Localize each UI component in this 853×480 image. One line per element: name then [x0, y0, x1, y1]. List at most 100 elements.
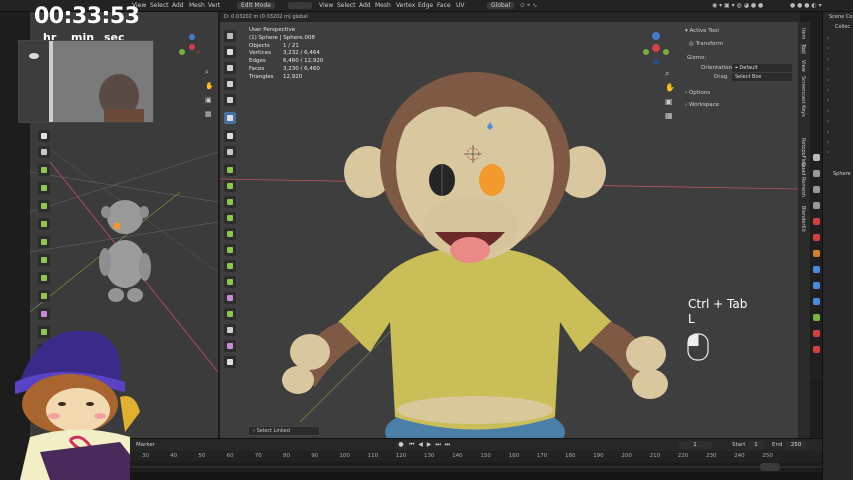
world-props-icon[interactable] [813, 234, 820, 241]
knife-tool[interactable] [38, 236, 50, 248]
menu-edge[interactable]: Edge [418, 2, 433, 9]
timeline-tick: 120 [395, 453, 407, 459]
tab-blenderkit[interactable]: BlenderKit [800, 206, 806, 232]
menu-add-left[interactable]: Add [172, 2, 184, 9]
pivot-icon[interactable]: ⊙ ⌖ ∿ [520, 2, 537, 10]
shear-tool-main[interactable] [224, 308, 236, 320]
smooth-tool-main[interactable] [224, 276, 236, 288]
spin-tool-main[interactable] [224, 260, 236, 272]
start-frame-field[interactable]: 1 [748, 441, 764, 449]
cursor-tool[interactable] [224, 46, 236, 58]
timeline-tick: 200 [621, 453, 632, 459]
menu-view[interactable]: View [319, 2, 333, 9]
scene-props-icon[interactable] [813, 218, 820, 225]
menu-add[interactable]: Add [359, 2, 371, 9]
menu-mesh[interactable]: Mesh [375, 2, 391, 9]
start-label: Start [732, 442, 746, 448]
move-tool[interactable] [224, 62, 236, 74]
workspace-panel-toggle[interactable]: › Workspace [685, 102, 719, 108]
inset-tool-main[interactable] [224, 180, 236, 192]
active-tool-header[interactable]: ▾ Active Tool [685, 28, 719, 34]
outliner-scene[interactable]: Scene Co [829, 14, 852, 20]
slide-tool-main[interactable] [224, 340, 236, 352]
transform-tool[interactable] [224, 112, 236, 124]
tab-tool[interactable]: Tool [800, 44, 806, 54]
orientation-dropdown[interactable]: ⌖ Default [732, 64, 792, 72]
menu-uv[interactable]: UV [456, 2, 465, 9]
render-props-icon[interactable] [813, 170, 820, 177]
mode-dropdown[interactable]: Edit Mode [237, 2, 275, 9]
measure-tool[interactable] [38, 146, 50, 158]
select-tool[interactable] [224, 30, 236, 42]
outliner-collection[interactable]: Collec [835, 24, 850, 30]
texture-props-icon[interactable] [813, 346, 820, 353]
output-props-icon[interactable] [813, 186, 820, 193]
left-nav-gizmo [179, 34, 200, 55]
loopcut-tool-main[interactable] [224, 212, 236, 224]
menu-face[interactable]: Face [437, 2, 451, 9]
options-panel-toggle[interactable]: › Options [685, 90, 710, 96]
vertex-slide-tool-main[interactable] [224, 356, 236, 368]
timeline-tick: 110 [367, 453, 379, 459]
bevel-tool-main[interactable] [224, 196, 236, 208]
loopcut-tool[interactable] [38, 218, 50, 230]
view-layer-props-icon[interactable] [813, 202, 820, 209]
rotate-tool[interactable] [224, 78, 236, 90]
smooth-tool[interactable] [38, 290, 50, 302]
annotate-tool[interactable] [38, 130, 50, 142]
menu-mesh-left[interactable]: Mesh [189, 2, 205, 9]
overlay-icons[interactable]: ◉ ▾ ▣ ▾ ◍ ◕ ● ● [712, 2, 763, 9]
playback-controls[interactable]: ⏮ ◀ ▶ ⏭ ⏭ [398, 441, 462, 449]
last-operator-panel[interactable]: › Select Linked [248, 426, 320, 436]
data-props-icon[interactable] [813, 314, 820, 321]
current-frame-field[interactable]: 1 [678, 441, 712, 449]
transform-orientation-dropdown[interactable]: Global [487, 2, 515, 9]
menu-select[interactable]: Select [337, 2, 356, 9]
stream-timer: 00:33:53 [34, 4, 140, 29]
shrink-tool[interactable] [38, 308, 50, 320]
tab-item[interactable]: Item [800, 28, 806, 39]
physics-props-icon[interactable] [813, 298, 820, 305]
properties-tabs [811, 150, 822, 380]
main-pan-icon: ✋ [665, 82, 675, 92]
timeline-scrollbar[interactable] [760, 463, 780, 471]
tab-quad-remesh[interactable]: Quad Remesh [800, 162, 806, 197]
shading-icons[interactable]: ● ● ● ◐ ▾ [790, 2, 822, 9]
transform-tool-label[interactable]: ◎ Transform [689, 41, 723, 47]
tab-view[interactable]: View [800, 60, 806, 72]
menu-vertex[interactable]: Vertex [396, 2, 415, 9]
outliner-expand-arrows[interactable]: › › › › › › › › › › › › [827, 34, 837, 159]
extrude-tool-main[interactable] [224, 164, 236, 176]
annotate-tool-main[interactable] [224, 130, 236, 142]
drag-dropdown[interactable]: Select Box [732, 73, 792, 81]
menu-select-left[interactable]: Select [150, 2, 169, 9]
properties-object-name[interactable]: Sphere [833, 171, 851, 177]
particles-props-icon[interactable] [813, 282, 820, 289]
menu-vert-left[interactable]: Vert [208, 2, 220, 9]
material-props-icon[interactable] [813, 330, 820, 337]
scale-tool[interactable] [224, 94, 236, 106]
polybuild-tool-main[interactable] [224, 244, 236, 256]
inset-tool[interactable] [38, 182, 50, 194]
mouse-icon [687, 333, 709, 361]
tool-props-icon[interactable] [813, 154, 820, 161]
shrink-tool-main[interactable] [224, 292, 236, 304]
timeline-tick: 230 [706, 453, 717, 459]
end-frame-field[interactable]: 250 [786, 441, 806, 449]
tab-screencast-keys[interactable]: Screencast Keys [800, 76, 806, 117]
timeline-header: Marker ● ⏮ ◀ ▶ ⏭ ⏭ 1 Start 1 End 250 [130, 439, 822, 451]
object-props-icon[interactable] [813, 250, 820, 257]
bevel-tool[interactable] [38, 200, 50, 212]
spin-tool[interactable] [38, 272, 50, 284]
drag-label: Drag [714, 74, 728, 80]
select-mode-buttons[interactable] [288, 2, 312, 9]
extrude-tool[interactable] [38, 164, 50, 176]
timeline-track[interactable] [130, 463, 822, 471]
measure-tool-main[interactable] [224, 146, 236, 158]
modifier-props-icon[interactable] [813, 266, 820, 273]
polybuild-tool[interactable] [38, 254, 50, 266]
knife-tool-main[interactable] [224, 228, 236, 240]
marker-menu[interactable]: Marker [136, 442, 155, 448]
rip-tool-main[interactable] [224, 324, 236, 336]
blender-screen: View Select Add Mesh Vert Edit Mode View… [0, 0, 853, 480]
